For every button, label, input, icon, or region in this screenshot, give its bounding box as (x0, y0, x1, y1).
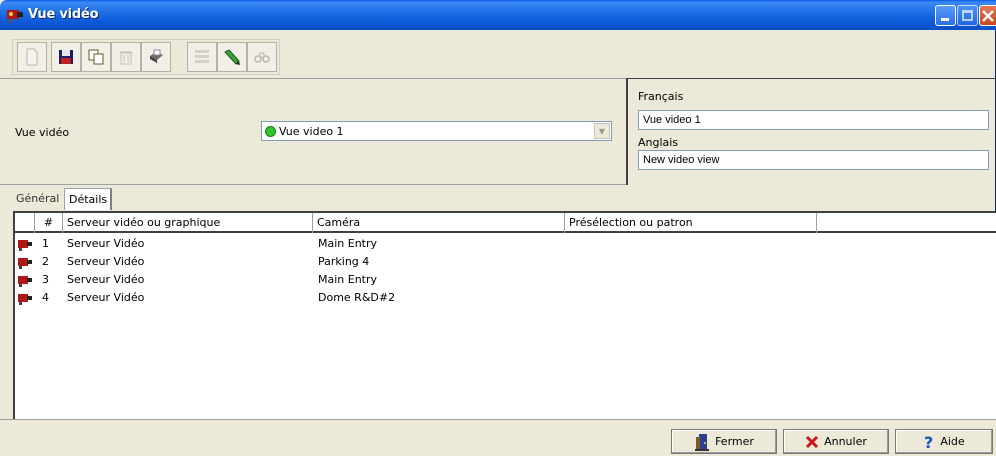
header-preset[interactable]: Présélection ou patron (565, 213, 817, 233)
row-server: Serveur Vidéo (67, 273, 145, 286)
title-bar[interactable]: Vue vidéo (0, 0, 996, 30)
vue-video-label: Vue vidéo (15, 126, 70, 139)
close-button[interactable] (979, 5, 996, 26)
row-server: Serveur Vidéo (67, 291, 145, 304)
find-button[interactable] (247, 42, 277, 72)
save-button[interactable] (51, 42, 81, 72)
tab-details[interactable]: Détails (64, 188, 112, 210)
toolbar (12, 39, 280, 75)
row-camera: Parking 4 (318, 255, 370, 268)
close-dialog-label: Fermer (715, 435, 754, 448)
binoculars-icon (254, 52, 270, 63)
combo-selected-value: Vue video 1 (279, 125, 344, 138)
vue-video-combobox[interactable]: Vue video 1 ▼ (261, 121, 612, 141)
question-mark-icon: ? (924, 434, 933, 450)
floppy-disk-icon (59, 50, 73, 64)
app-camera-icon (7, 10, 23, 23)
help-button[interactable]: ? Aide (895, 429, 993, 454)
close-dialog-button[interactable]: Fermer (671, 429, 777, 454)
status-indicator-icon (265, 126, 276, 137)
help-label: Aide (940, 435, 965, 448)
header-icon-column (15, 213, 35, 233)
language-panel: Français Anglais (626, 78, 996, 185)
details-grid: # Serveur vidéo ou graphique Caméra Prés… (13, 211, 996, 419)
row-camera: Dome R&D#2 (318, 291, 396, 304)
cancel-label: Annuler (824, 435, 867, 448)
cancel-button[interactable]: Annuler (783, 429, 889, 454)
trash-icon (120, 51, 132, 65)
maximize-button[interactable] (957, 5, 978, 26)
french-label: Français (638, 90, 684, 103)
table-row[interactable]: 4 Serveur Vidéo Dome R&D#2 (15, 289, 996, 307)
window-title: Vue vidéo (28, 7, 99, 22)
tab-general[interactable]: Général (16, 188, 64, 210)
row-server: Serveur Vidéo (67, 255, 145, 268)
grid-header: # Serveur vidéo ou graphique Caméra Prés… (15, 213, 996, 233)
minimize-button[interactable] (935, 5, 956, 26)
table-row[interactable]: 2 Serveur Vidéo Parking 4 (15, 253, 996, 271)
printer-icon (150, 49, 163, 63)
list-icon (195, 50, 209, 63)
maximize-icon (962, 10, 973, 21)
pencil-icon (224, 49, 240, 65)
chevron-down-icon[interactable]: ▼ (594, 123, 610, 139)
list-button[interactable] (187, 42, 217, 72)
french-field[interactable] (638, 110, 989, 130)
header-server[interactable]: Serveur vidéo ou graphique (63, 213, 313, 233)
row-number: 4 (42, 291, 49, 304)
table-row[interactable]: 1 Serveur Vidéo Main Entry (15, 235, 996, 253)
row-server: Serveur Vidéo (67, 237, 145, 250)
row-number: 3 (42, 273, 49, 286)
minimize-icon (941, 18, 949, 21)
door-exit-icon (695, 433, 710, 451)
english-label: Anglais (638, 136, 679, 149)
row-number: 1 (42, 237, 49, 250)
new-document-icon (26, 48, 38, 66)
row-camera: Main Entry (318, 237, 378, 250)
row-number: 2 (42, 255, 49, 268)
delete-button[interactable] (111, 42, 141, 72)
close-icon (982, 10, 994, 22)
edit-button[interactable] (217, 42, 247, 72)
copy-button[interactable] (81, 42, 111, 72)
header-number[interactable]: # (35, 213, 63, 233)
svg-text:?: ? (924, 434, 933, 450)
new-button[interactable] (17, 42, 47, 72)
main-window: Vue vidéo Vue vidéo Vue video 1 ▼ França… (0, 0, 996, 456)
video-server-icon (18, 276, 32, 287)
table-row[interactable]: 3 Serveur Vidéo Main Entry (15, 271, 996, 289)
video-server-icon (18, 294, 32, 305)
row-camera: Main Entry (318, 273, 378, 286)
header-camera[interactable]: Caméra (313, 213, 565, 233)
english-field[interactable] (638, 150, 989, 170)
print-button[interactable] (141, 42, 171, 72)
video-server-icon (18, 258, 32, 269)
copy-icon (88, 49, 104, 65)
cross-cancel-icon (806, 435, 819, 448)
video-server-icon (18, 240, 32, 251)
